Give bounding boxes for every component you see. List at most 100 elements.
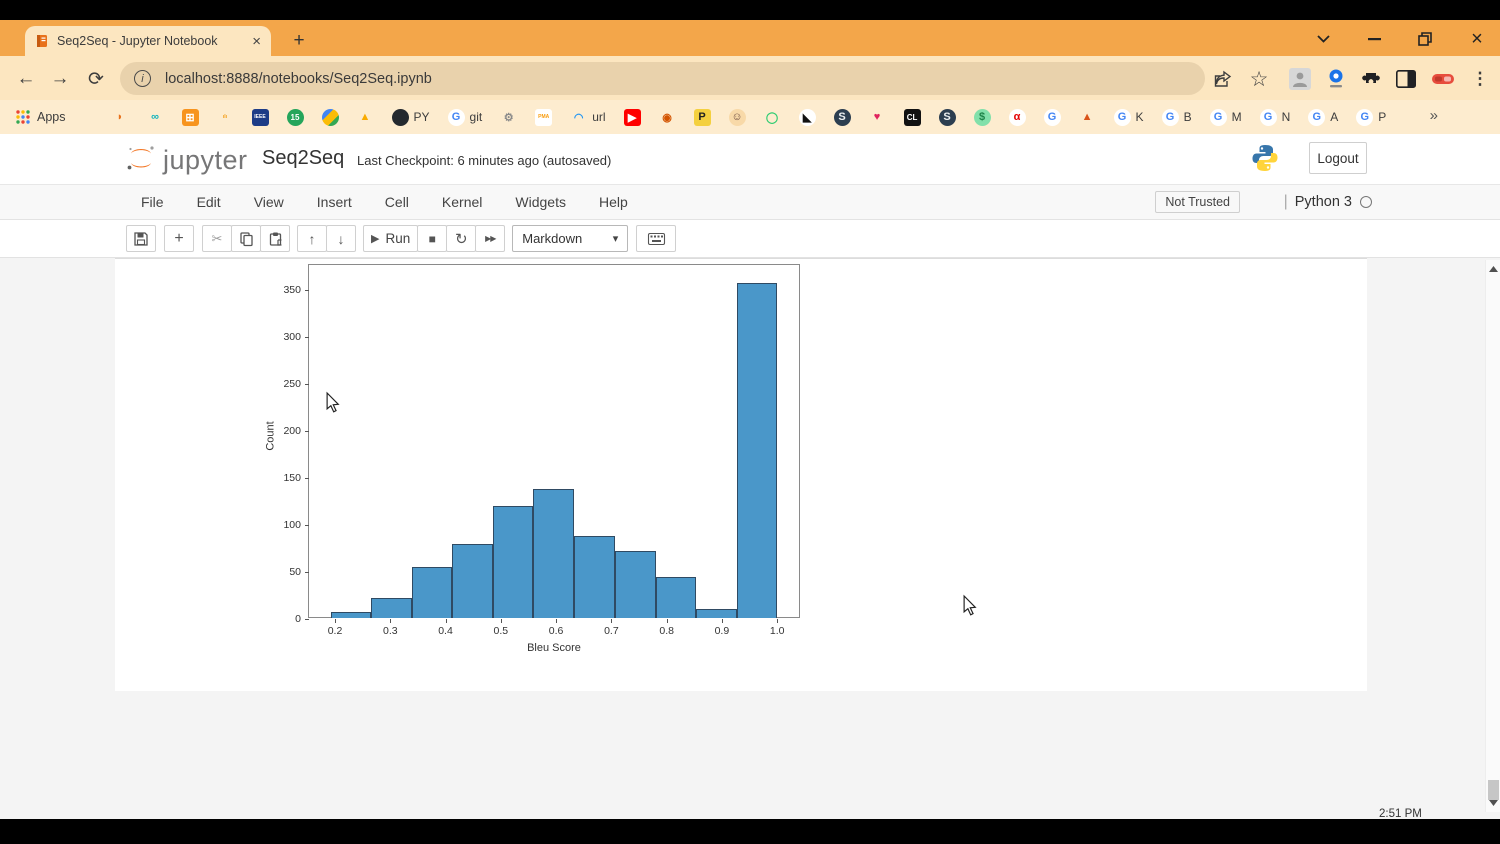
back-icon[interactable]: ← xyxy=(14,67,38,91)
bookmark-item[interactable]: 15 xyxy=(286,108,304,126)
new-tab-button[interactable]: + xyxy=(286,28,312,54)
bookmark-item[interactable]: P xyxy=(693,108,711,126)
y-tick xyxy=(305,524,309,526)
bookmark-item[interactable]: PMA xyxy=(535,108,553,126)
cell-type-select[interactable]: Markdown ▾ xyxy=(512,225,629,252)
share-icon[interactable] xyxy=(1211,67,1235,91)
bookmark-star-icon[interactable]: ☆ xyxy=(1247,67,1271,91)
bookmark-item[interactable]: α xyxy=(1008,108,1026,126)
bookmark-item[interactable]: G xyxy=(1043,108,1061,126)
run-label: Run xyxy=(385,231,411,246)
bookmark-item[interactable]: ⊞ xyxy=(181,108,199,126)
histogram-bar xyxy=(493,506,534,618)
bookmark-item[interactable]: GP xyxy=(1356,108,1386,126)
bookmark-item[interactable]: GA xyxy=(1308,108,1338,126)
bookmark-item[interactable]: S xyxy=(938,108,956,126)
bookmark-favicon: 15 xyxy=(286,108,304,126)
close-button[interactable]: × xyxy=(1462,28,1492,50)
trust-status-badge[interactable]: Not Trusted xyxy=(1155,191,1240,213)
bookmark-item[interactable]: ▲ xyxy=(1079,109,1096,126)
menu-item-edit[interactable]: Edit xyxy=(197,194,221,210)
apps-button[interactable]: Apps xyxy=(16,110,66,124)
x-tick-label: 0.4 xyxy=(438,625,453,637)
move-cell-up-button[interactable]: ↑ xyxy=(297,225,327,252)
side-panel-icon[interactable] xyxy=(1394,67,1418,91)
menu-item-view[interactable]: View xyxy=(254,194,284,210)
forward-icon[interactable]: → xyxy=(48,67,72,91)
bookmark-item[interactable]: ◠ url xyxy=(570,109,606,126)
bookmark-label: K xyxy=(1135,110,1144,124)
bookmark-item[interactable] xyxy=(321,108,339,126)
bookmark-item[interactable]: ♥ xyxy=(869,109,886,126)
bookmark-favicon: S xyxy=(938,108,956,126)
command-palette-button[interactable] xyxy=(636,225,677,252)
bookmark-item[interactable]: ◉ xyxy=(659,109,676,126)
menu-item-file[interactable]: File xyxy=(141,194,164,210)
bookmarks-overflow-icon[interactable]: » xyxy=(1430,107,1438,124)
jupyter-logo[interactable]: jupyter xyxy=(125,142,248,174)
restore-button[interactable] xyxy=(1410,28,1440,50)
scroll-down-icon[interactable] xyxy=(1486,796,1500,810)
menu-item-cell[interactable]: Cell xyxy=(385,194,409,210)
cut-cell-button[interactable]: ✂ xyxy=(202,225,232,252)
site-info-icon[interactable]: i xyxy=(134,70,151,87)
minimize-button[interactable] xyxy=(1359,28,1389,50)
interrupt-kernel-button[interactable]: ■ xyxy=(417,225,448,252)
bookmark-favicon: ♥ xyxy=(873,111,881,123)
scroll-up-icon[interactable] xyxy=(1486,262,1500,276)
notebook-title[interactable]: Seq2Seq xyxy=(262,147,344,170)
browser-tab[interactable]: Seq2Seq - Jupyter Notebook × xyxy=(25,26,271,56)
y-tick-label: 300 xyxy=(283,330,301,343)
save-button[interactable] xyxy=(126,225,156,252)
url-text[interactable]: localhost:8888/notebooks/Seq2Seq.ipynb xyxy=(165,71,432,87)
restart-kernel-button[interactable]: ↻ xyxy=(446,225,477,252)
menu-item-widgets[interactable]: Widgets xyxy=(515,194,566,210)
bookmark-item[interactable]: $ xyxy=(973,108,991,126)
bookmark-item[interactable]: GK xyxy=(1113,108,1144,126)
restart-run-all-button[interactable]: ▶▶ xyxy=(475,225,506,252)
location-pin-icon[interactable] xyxy=(1324,67,1348,91)
refresh-icon[interactable]: ⟳ xyxy=(84,67,108,91)
histogram-bar xyxy=(655,576,696,618)
bookmark-item[interactable]: GN xyxy=(1259,108,1290,126)
colored-extension-icon[interactable] xyxy=(1431,67,1455,91)
url-bar[interactable]: i localhost:8888/notebooks/Seq2Seq.ipynb xyxy=(120,62,1205,95)
x-tick xyxy=(721,619,723,623)
copy-cell-button[interactable] xyxy=(231,225,261,252)
bookmark-item[interactable]: ◗ xyxy=(112,109,129,126)
python-logo-icon xyxy=(1250,143,1280,178)
bookmark-item[interactable]: GB xyxy=(1161,108,1192,126)
menu-items: File Edit View Insert Cell Kernel Widgets Help xyxy=(141,194,661,210)
bookmark-item[interactable]: ▶ xyxy=(623,108,641,126)
chevron-down-icon[interactable] xyxy=(1308,28,1338,50)
menu-item-insert[interactable]: Insert xyxy=(317,194,352,210)
y-tick-label: 350 xyxy=(283,283,301,296)
bookmark-item[interactable]: Ggit xyxy=(447,108,482,126)
tab-close-icon[interactable]: × xyxy=(252,33,261,50)
bookmark-item[interactable]: ◯ xyxy=(764,109,781,126)
bookmark-item[interactable]: ılı xyxy=(217,109,234,126)
menu-item-kernel[interactable]: Kernel xyxy=(442,194,482,210)
move-cell-down-button[interactable]: ↓ xyxy=(326,225,356,252)
kebab-menu-icon[interactable]: ⋮ xyxy=(1468,67,1492,91)
bookmark-item[interactable]: ⚙ xyxy=(500,109,517,126)
bookmark-item[interactable]: S xyxy=(833,108,851,126)
vertical-scrollbar[interactable] xyxy=(1485,260,1500,812)
bookmark-item[interactable]: GM xyxy=(1209,108,1242,126)
menu-item-help[interactable]: Help xyxy=(599,194,628,210)
bookmark-item[interactable]: ☺ xyxy=(728,108,746,126)
bookmark-item[interactable]: CL xyxy=(903,108,921,126)
bookmark-item[interactable]: ∞ xyxy=(147,109,164,126)
add-cell-button[interactable]: + xyxy=(164,225,194,252)
profile-icon[interactable] xyxy=(1288,67,1312,91)
x-tick xyxy=(335,619,336,623)
histogram-bar xyxy=(736,282,778,618)
bookmark-item[interactable]: ◣ xyxy=(798,108,816,126)
paste-cell-button[interactable] xyxy=(260,225,290,252)
extensions-puzzle-icon[interactable] xyxy=(1360,67,1384,91)
bookmark-item[interactable]: ▲ xyxy=(357,109,374,126)
logout-button[interactable]: Logout xyxy=(1309,142,1367,174)
run-cell-button[interactable]: ▶ Run xyxy=(363,225,419,252)
bookmark-item[interactable]: IEEE xyxy=(251,108,269,126)
bookmark-item[interactable]: PY xyxy=(391,108,430,126)
